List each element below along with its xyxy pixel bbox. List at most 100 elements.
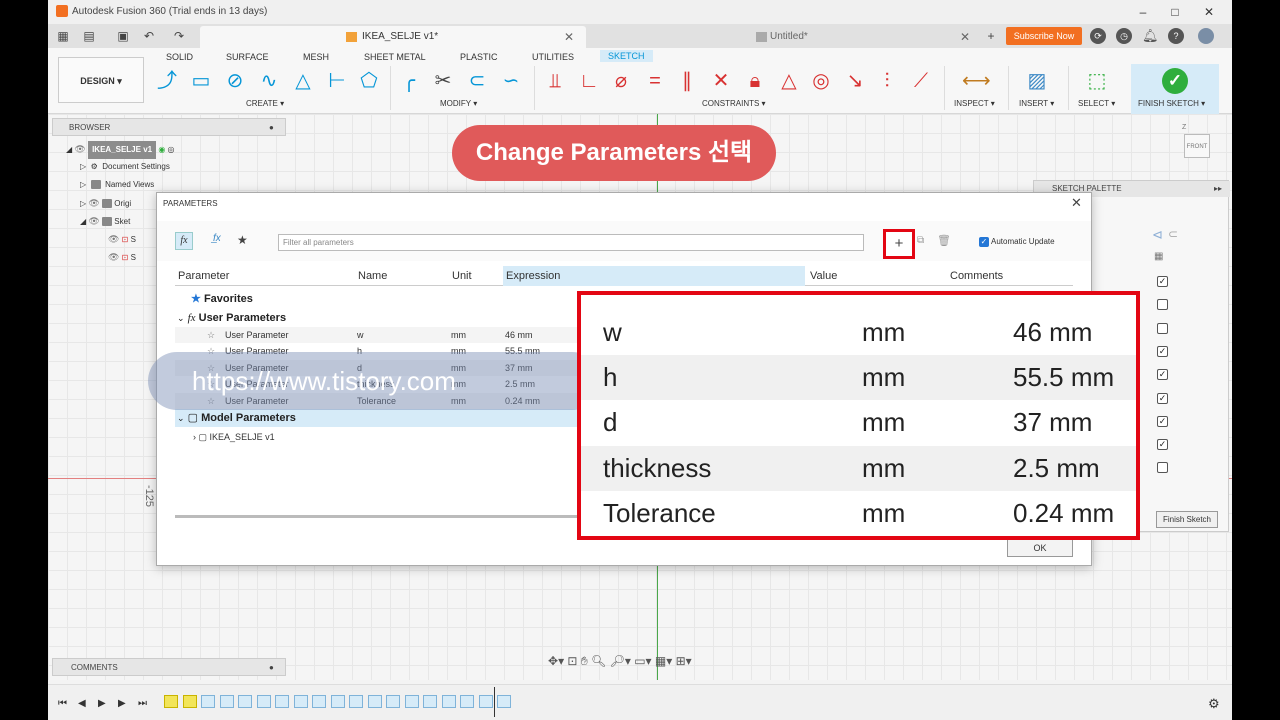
file-menu-icon[interactable]: ▤ xyxy=(80,28,98,44)
parallel-constraint-icon[interactable]: ∥ xyxy=(674,68,700,94)
user-avatar[interactable] xyxy=(1198,28,1214,44)
insert-group-label[interactable]: INSERT ▾ xyxy=(1019,99,1054,108)
browser-item-named-views[interactable]: ▷ Named Views xyxy=(80,176,154,194)
timeline-feature-icon[interactable] xyxy=(349,695,363,708)
inspect-group-label[interactable]: INSPECT ▾ xyxy=(954,99,995,108)
visibility-eye-icon[interactable]: 👁︎ xyxy=(108,234,119,244)
grid-settings-icon[interactable]: ▦ xyxy=(655,654,666,668)
notifications-bell-icon[interactable]: 🔔︎ xyxy=(1142,28,1159,44)
zoom-window-icon[interactable]: 🔎︎ xyxy=(610,654,625,668)
view-cube[interactable]: Z FRONT xyxy=(1182,124,1212,160)
expand-arrow-icon[interactable]: ◢ xyxy=(80,217,86,226)
timeline-feature-icon[interactable] xyxy=(367,695,382,708)
perpendicular-constraint-icon[interactable]: ✕ xyxy=(708,68,734,94)
collapse-arrow-icon[interactable]: ⌄ xyxy=(177,413,185,423)
expand-arrow-icon[interactable]: ◢ xyxy=(66,145,72,154)
palette-expand-icon[interactable]: ▸▸ xyxy=(1214,181,1222,197)
ribbon-tab-plastic[interactable]: PLASTIC xyxy=(460,52,498,62)
tangent-constraint-icon[interactable]: ⌀ xyxy=(608,68,634,94)
equal-constraint-icon[interactable]: = xyxy=(642,68,668,94)
timeline-feature-icon[interactable] xyxy=(275,695,289,708)
save-icon[interactable]: ▣ xyxy=(114,28,132,44)
favorites-group[interactable]: ★ Favorites xyxy=(191,290,253,308)
timeline-feature-icon[interactable] xyxy=(330,695,345,708)
automatic-update-checkbox[interactable]: ✓ Automatic Update xyxy=(979,237,1055,247)
add-comment-icon[interactable]: ● xyxy=(269,659,274,677)
target-icon[interactable]: ◎ xyxy=(168,145,175,154)
curvature-constraint-icon[interactable]: ↘ xyxy=(842,68,868,94)
zoom-icon[interactable]: 🔍︎ xyxy=(591,654,606,668)
timeline-feature-icon[interactable] xyxy=(293,695,308,708)
subscribe-now-button[interactable]: Subscribe Now xyxy=(1006,27,1082,45)
step-back-icon[interactable]: ◀ xyxy=(78,698,90,709)
trim-scissors-icon[interactable]: ✂ xyxy=(430,68,456,94)
dialog-close-icon[interactable]: ✕ xyxy=(1071,195,1082,211)
visibility-eye-icon[interactable]: 👁︎ xyxy=(88,198,99,208)
look-at-icon[interactable]: ⊡ xyxy=(567,654,577,668)
spline-tool-icon[interactable]: ∿ xyxy=(256,68,282,94)
close-tab-icon[interactable]: ✕ xyxy=(564,26,574,48)
maximize-button[interactable]: □ xyxy=(1160,2,1190,22)
collinear-constraint-icon[interactable]: ∟ xyxy=(576,68,602,94)
help-icon[interactable]: ? xyxy=(1168,28,1184,44)
browser-item-document-settings[interactable]: ▷ ⚙ Document Settings xyxy=(80,158,170,176)
display-settings-icon[interactable]: ▭ xyxy=(634,654,645,668)
rectangle-tool-icon[interactable]: ▭ xyxy=(188,68,214,94)
polygon-tool-icon[interactable]: ⬠ xyxy=(356,68,382,94)
timeline-feature-icon[interactable] xyxy=(441,695,456,708)
activate-radio-icon[interactable]: ◉ xyxy=(158,145,165,154)
ribbon-tab-sheet-metal[interactable]: SHEET METAL xyxy=(364,52,426,62)
palette-finish-sketch-button[interactable]: Finish Sketch xyxy=(1156,511,1218,528)
palette-option-checkbox[interactable]: ✓ xyxy=(1157,345,1168,357)
timeline-feature-icon[interactable] xyxy=(238,695,252,708)
browser-item-root[interactable]: ◢ 👁︎ IKEA_SELJE v1 ◉ ◎ xyxy=(66,140,175,159)
minimize-button[interactable]: – xyxy=(1128,2,1158,22)
go-to-start-icon[interactable]: ⏮ xyxy=(58,698,70,709)
data-panel-grid-icon[interactable]: ▦ xyxy=(54,28,72,44)
browser-collapse-icon[interactable]: ● xyxy=(269,119,274,137)
palette-option-checkbox[interactable]: ✓ xyxy=(1157,415,1168,427)
timeline-feature-icon[interactable] xyxy=(497,695,511,708)
palette-option-checkbox[interactable] xyxy=(1157,462,1168,474)
delete-trash-icon[interactable]: 🗑︎ xyxy=(937,234,951,247)
model-component-row[interactable]: › ▢ IKEA_SELJE v1 xyxy=(193,429,393,445)
timeline-settings-gear-icon[interactable]: ⚙ xyxy=(1208,697,1220,710)
timeline-feature-icon[interactable] xyxy=(256,695,271,708)
constraints-group-label[interactable]: CONSTRAINTS ▾ xyxy=(702,99,766,108)
orbit-icon[interactable]: ✥ xyxy=(548,654,558,668)
dimension-tool-icon[interactable]: ⊢ xyxy=(324,68,350,94)
palette-option-checkbox[interactable]: ✓ xyxy=(1157,369,1168,381)
favorite-star-icon[interactable]: ☆ xyxy=(207,327,215,343)
browser-item-sketches[interactable]: ◢ 👁︎ Sket xyxy=(80,212,130,230)
palette-option-checkbox[interactable]: ✓ xyxy=(1157,392,1168,404)
timeline-feature-icon[interactable] xyxy=(219,695,234,708)
ribbon-tab-utilities[interactable]: UTILITIES xyxy=(532,52,574,62)
select-group-label[interactable]: SELECT ▾ xyxy=(1078,99,1115,108)
collapse-arrow-icon[interactable]: ⌄ xyxy=(177,313,185,323)
timeline-feature-icon[interactable] xyxy=(460,695,474,708)
ribbon-tab-mesh[interactable]: MESH xyxy=(303,52,329,62)
ok-button[interactable]: OK xyxy=(1007,539,1073,557)
circle-tool-icon[interactable]: ⊘ xyxy=(222,68,248,94)
step-forward-icon[interactable]: ▶ xyxy=(118,698,130,709)
fx-user-icon[interactable]: f̲x xyxy=(213,233,221,244)
fix-lock-icon[interactable]: 🔒︎ xyxy=(742,68,768,94)
extend-tool-icon[interactable]: ∽ xyxy=(498,68,524,94)
visibility-eye-icon[interactable]: 👁︎ xyxy=(74,144,85,154)
coincident-constraint-icon[interactable]: ⫫ xyxy=(542,68,568,94)
go-to-end-icon[interactable]: ⏭ xyxy=(138,698,150,709)
horizontal-vertical-constraint-icon[interactable]: ⟋ xyxy=(908,68,934,94)
column-header-name[interactable]: Name xyxy=(355,266,447,286)
ribbon-tab-sketch[interactable]: SKETCH xyxy=(600,50,653,62)
finish-sketch-button[interactable]: ✓ FINISH SKETCH ▾ xyxy=(1131,64,1219,114)
close-tab-icon[interactable]: ✕ xyxy=(960,26,970,48)
concentric-constraint-icon[interactable]: ◎ xyxy=(808,68,834,94)
column-header-value[interactable]: Value xyxy=(807,266,945,286)
timeline-feature-icon[interactable] xyxy=(423,695,437,708)
fillet-tool-icon[interactable]: ╭ xyxy=(396,68,422,94)
timeline-feature-icon[interactable] xyxy=(201,695,215,708)
redo-icon[interactable]: ↷ xyxy=(170,28,188,44)
parameter-expression[interactable]: 46 mm xyxy=(505,327,533,343)
new-tab-plus-icon[interactable]: + xyxy=(982,28,1000,44)
line-tool-icon[interactable]: ⤴ xyxy=(154,68,180,94)
